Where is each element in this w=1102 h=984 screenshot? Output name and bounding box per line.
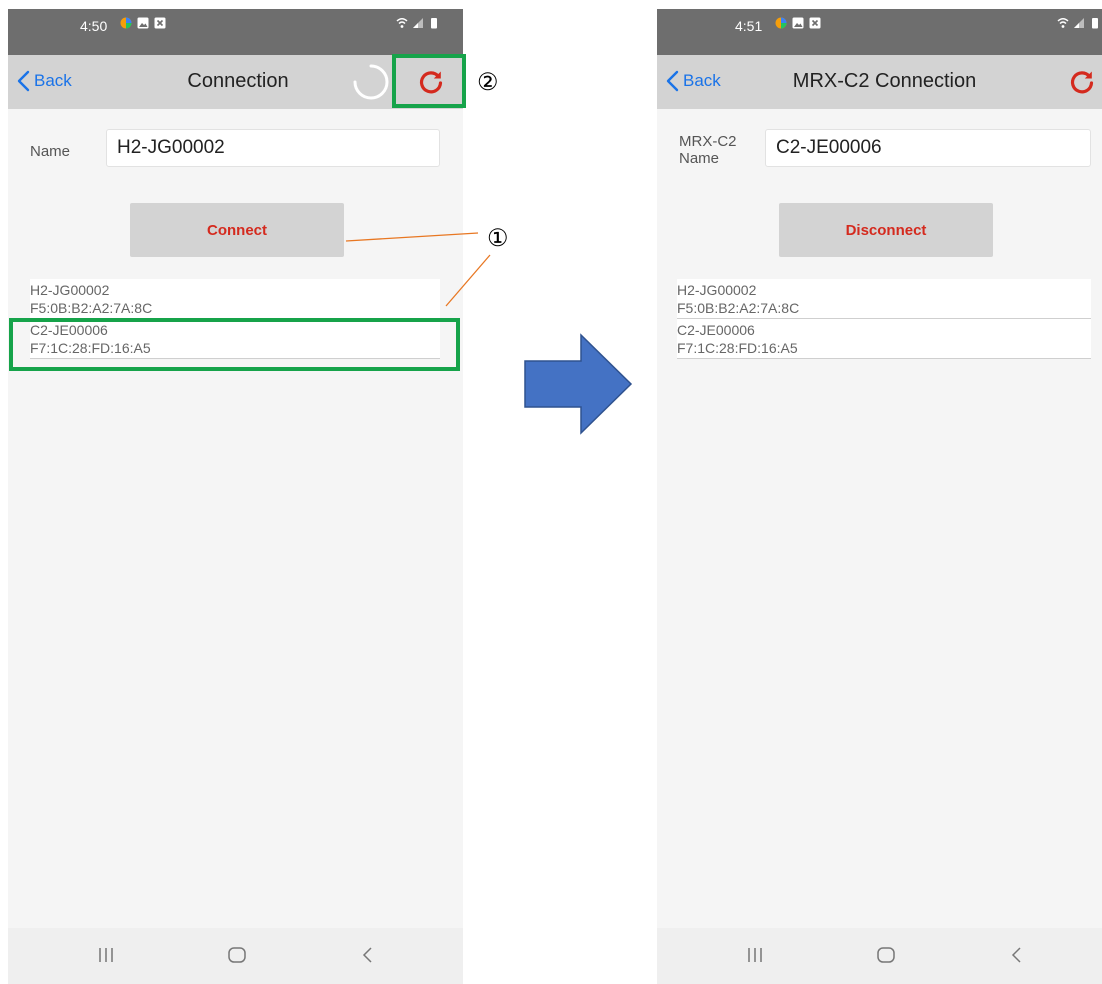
back-label: Back	[683, 71, 721, 90]
notification-icons	[775, 17, 821, 29]
battery-icon	[431, 18, 437, 29]
annotation-marker-2: ②	[477, 69, 499, 96]
home-icon[interactable]	[226, 944, 248, 966]
device-mac: F5:0B:B2:A2:7A:8C	[677, 300, 800, 316]
app-icon	[120, 17, 132, 29]
device-name: C2-JE00006	[677, 322, 755, 338]
refresh-highlight-box	[392, 54, 466, 108]
home-icon[interactable]	[875, 944, 897, 966]
android-nav-bar	[657, 928, 1102, 984]
refresh-icon[interactable]	[1067, 67, 1097, 97]
device-mac: F5:0B:B2:A2:7A:8C	[30, 300, 153, 316]
app-icon	[775, 17, 787, 29]
back-nav-icon[interactable]	[358, 944, 378, 966]
right-arrow-icon	[524, 333, 633, 435]
page-title: MRX-C2 Connection	[792, 70, 977, 92]
name-label-line2: Name	[679, 150, 720, 167]
wifi-icon	[1057, 18, 1069, 28]
spinner-icon	[353, 64, 389, 100]
system-icons	[1057, 17, 1101, 29]
signal-icon	[413, 18, 423, 28]
recent-apps-icon[interactable]	[745, 944, 765, 966]
system-icons	[396, 17, 440, 29]
name-label-line1: MRX-C2	[679, 133, 737, 150]
name-label: Name	[30, 143, 71, 160]
name-field[interactable]: H2-JG00002	[106, 129, 440, 167]
list-item[interactable]: H2-JG00002 F5:0B:B2:A2:7A:8C	[30, 279, 440, 319]
device-name: H2-JG00002	[677, 282, 757, 298]
notification-icons	[120, 17, 166, 29]
list-item[interactable]: H2-JG00002 F5:0B:B2:A2:7A:8C	[677, 279, 1091, 319]
list-item[interactable]: C2-JE00006 F7:1C:28:FD:16:A5	[677, 319, 1091, 359]
annotation-marker-1: ①	[487, 225, 509, 252]
battery-icon	[1092, 18, 1098, 29]
phone-screen-left: 4:50 Back Connection Name H2-JG00002 Con…	[8, 9, 463, 984]
disconnect-button[interactable]: Disconnect	[779, 203, 993, 257]
back-button[interactable]: Back	[16, 70, 72, 92]
device-list: H2-JG00002 F5:0B:B2:A2:7A:8C C2-JE00006 …	[677, 279, 1091, 359]
recent-apps-icon[interactable]	[96, 944, 116, 966]
status-bar: 4:50	[8, 9, 463, 55]
connect-button[interactable]: Connect	[130, 203, 344, 257]
android-nav-bar	[8, 928, 463, 984]
back-label: Back	[34, 71, 72, 90]
image-icon	[792, 17, 804, 29]
status-time: 4:51	[735, 18, 763, 34]
wifi-icon	[396, 18, 408, 28]
status-time: 4:50	[80, 18, 108, 34]
device-name: H2-JG00002	[30, 282, 110, 298]
chevron-left-icon	[17, 70, 30, 92]
close-box-icon	[154, 17, 166, 29]
back-nav-icon[interactable]	[1007, 944, 1027, 966]
chevron-left-icon	[666, 70, 679, 92]
name-label: MRX-C2 Name	[679, 133, 737, 167]
name-field[interactable]: C2-JE00006	[765, 129, 1091, 167]
signal-icon	[1074, 18, 1084, 28]
device-mac: F7:1C:28:FD:16:A5	[677, 340, 798, 356]
back-button[interactable]: Back	[665, 70, 721, 92]
device-highlight-box	[9, 318, 460, 371]
status-bar: 4:51	[657, 9, 1102, 55]
image-icon	[137, 17, 149, 29]
close-box-icon	[809, 17, 821, 29]
phone-screen-right: 4:51 Back MRX-C2 Connection MRX-C2 Name …	[657, 9, 1102, 984]
page-title: Connection	[187, 70, 289, 92]
navigation-bar: Back MRX-C2 Connection	[657, 55, 1102, 109]
